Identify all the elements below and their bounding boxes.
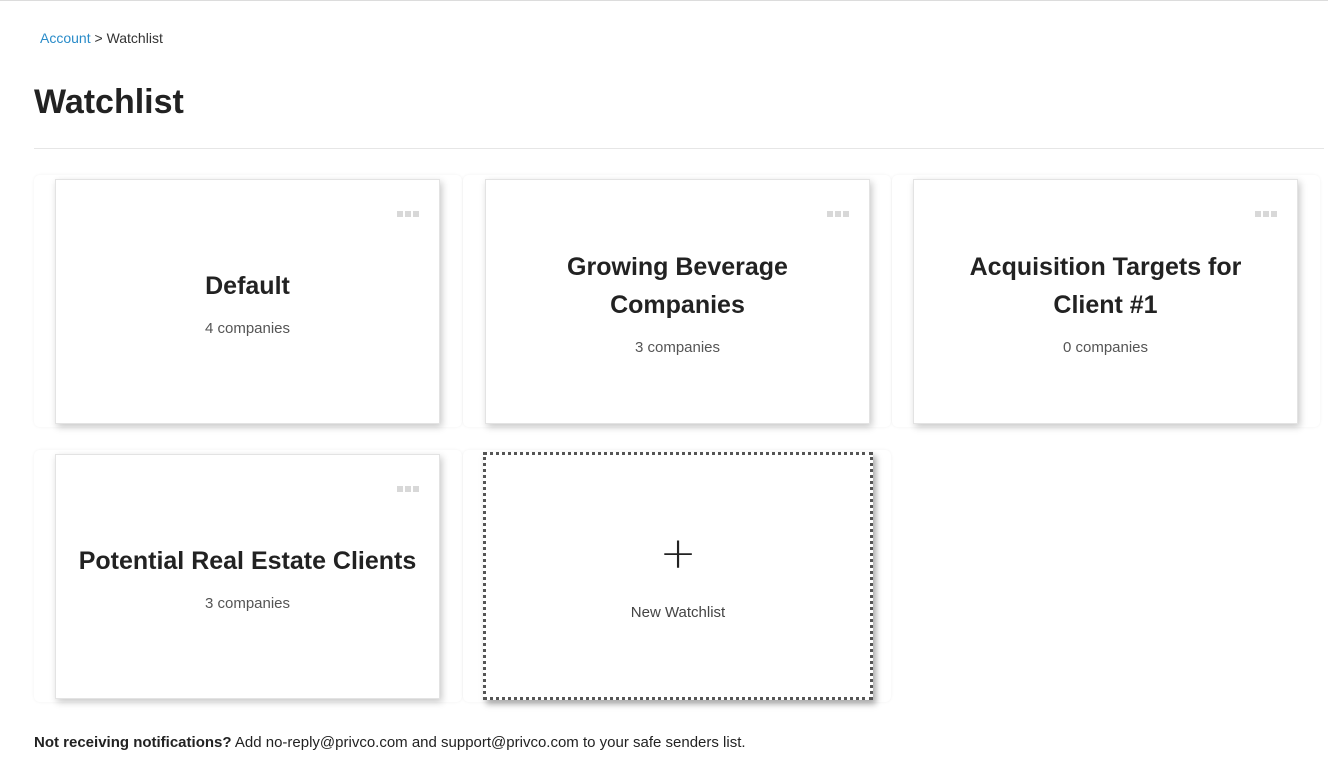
watchlist-card-default[interactable]: Default 4 companies	[55, 179, 440, 424]
watchlist-count: 3 companies	[204, 594, 291, 612]
notification-help-body: Add no-reply@privco.com and support@priv…	[231, 734, 746, 751]
new-watchlist-button[interactable]: + New Watchlist	[483, 452, 873, 700]
breadcrumb-account-link[interactable]: Account	[40, 30, 91, 46]
watchlist-count: 4 companies	[204, 319, 291, 337]
watchlist-count: 0 companies	[1062, 338, 1149, 356]
watchlist-card-acquisition-targets[interactable]: Acquisition Targets for Client #1 0 comp…	[913, 179, 1298, 424]
title-divider	[34, 148, 1324, 149]
breadcrumb: Account > Watchlist	[40, 30, 163, 46]
page-frame: Account > Watchlist Watchlist Default 4 …	[0, 0, 1328, 767]
watchlist-card-content: Growing Beverage Companies 3 companies	[486, 180, 869, 423]
watchlist-name: Default	[205, 271, 290, 300]
new-watchlist-content: + New Watchlist	[486, 455, 870, 697]
watchlist-card-content: Acquisition Targets for Client #1 0 comp…	[914, 180, 1297, 423]
more-options-icon[interactable]	[827, 210, 849, 218]
more-options-icon[interactable]	[397, 485, 419, 493]
notification-help-bold: Not receiving notifications?	[34, 734, 232, 751]
page-title: Watchlist	[34, 83, 184, 121]
watchlist-name: Acquisition Targets for Client #1	[969, 252, 1242, 319]
more-options-icon[interactable]	[1255, 210, 1277, 218]
watchlist-card-potential-real-estate[interactable]: Potential Real Estate Clients 3 companie…	[55, 454, 440, 699]
breadcrumb-separator: >	[90, 30, 107, 46]
watchlist-card-growing-beverage[interactable]: Growing Beverage Companies 3 companies	[485, 179, 870, 424]
watchlist-card-content: Potential Real Estate Clients 3 companie…	[56, 455, 439, 698]
watchlist-name: Growing Beverage Companies	[567, 252, 788, 319]
notification-help-text: Not receiving notifications? Add no-repl…	[34, 734, 746, 751]
plus-icon: +	[659, 527, 697, 579]
new-watchlist-label: New Watchlist	[630, 603, 726, 621]
watchlist-card-content: Default 4 companies	[56, 180, 439, 423]
watchlist-name: Potential Real Estate Clients	[78, 546, 417, 575]
watchlist-count: 3 companies	[634, 338, 721, 356]
more-options-icon[interactable]	[397, 210, 419, 218]
breadcrumb-current: Watchlist	[106, 30, 163, 46]
